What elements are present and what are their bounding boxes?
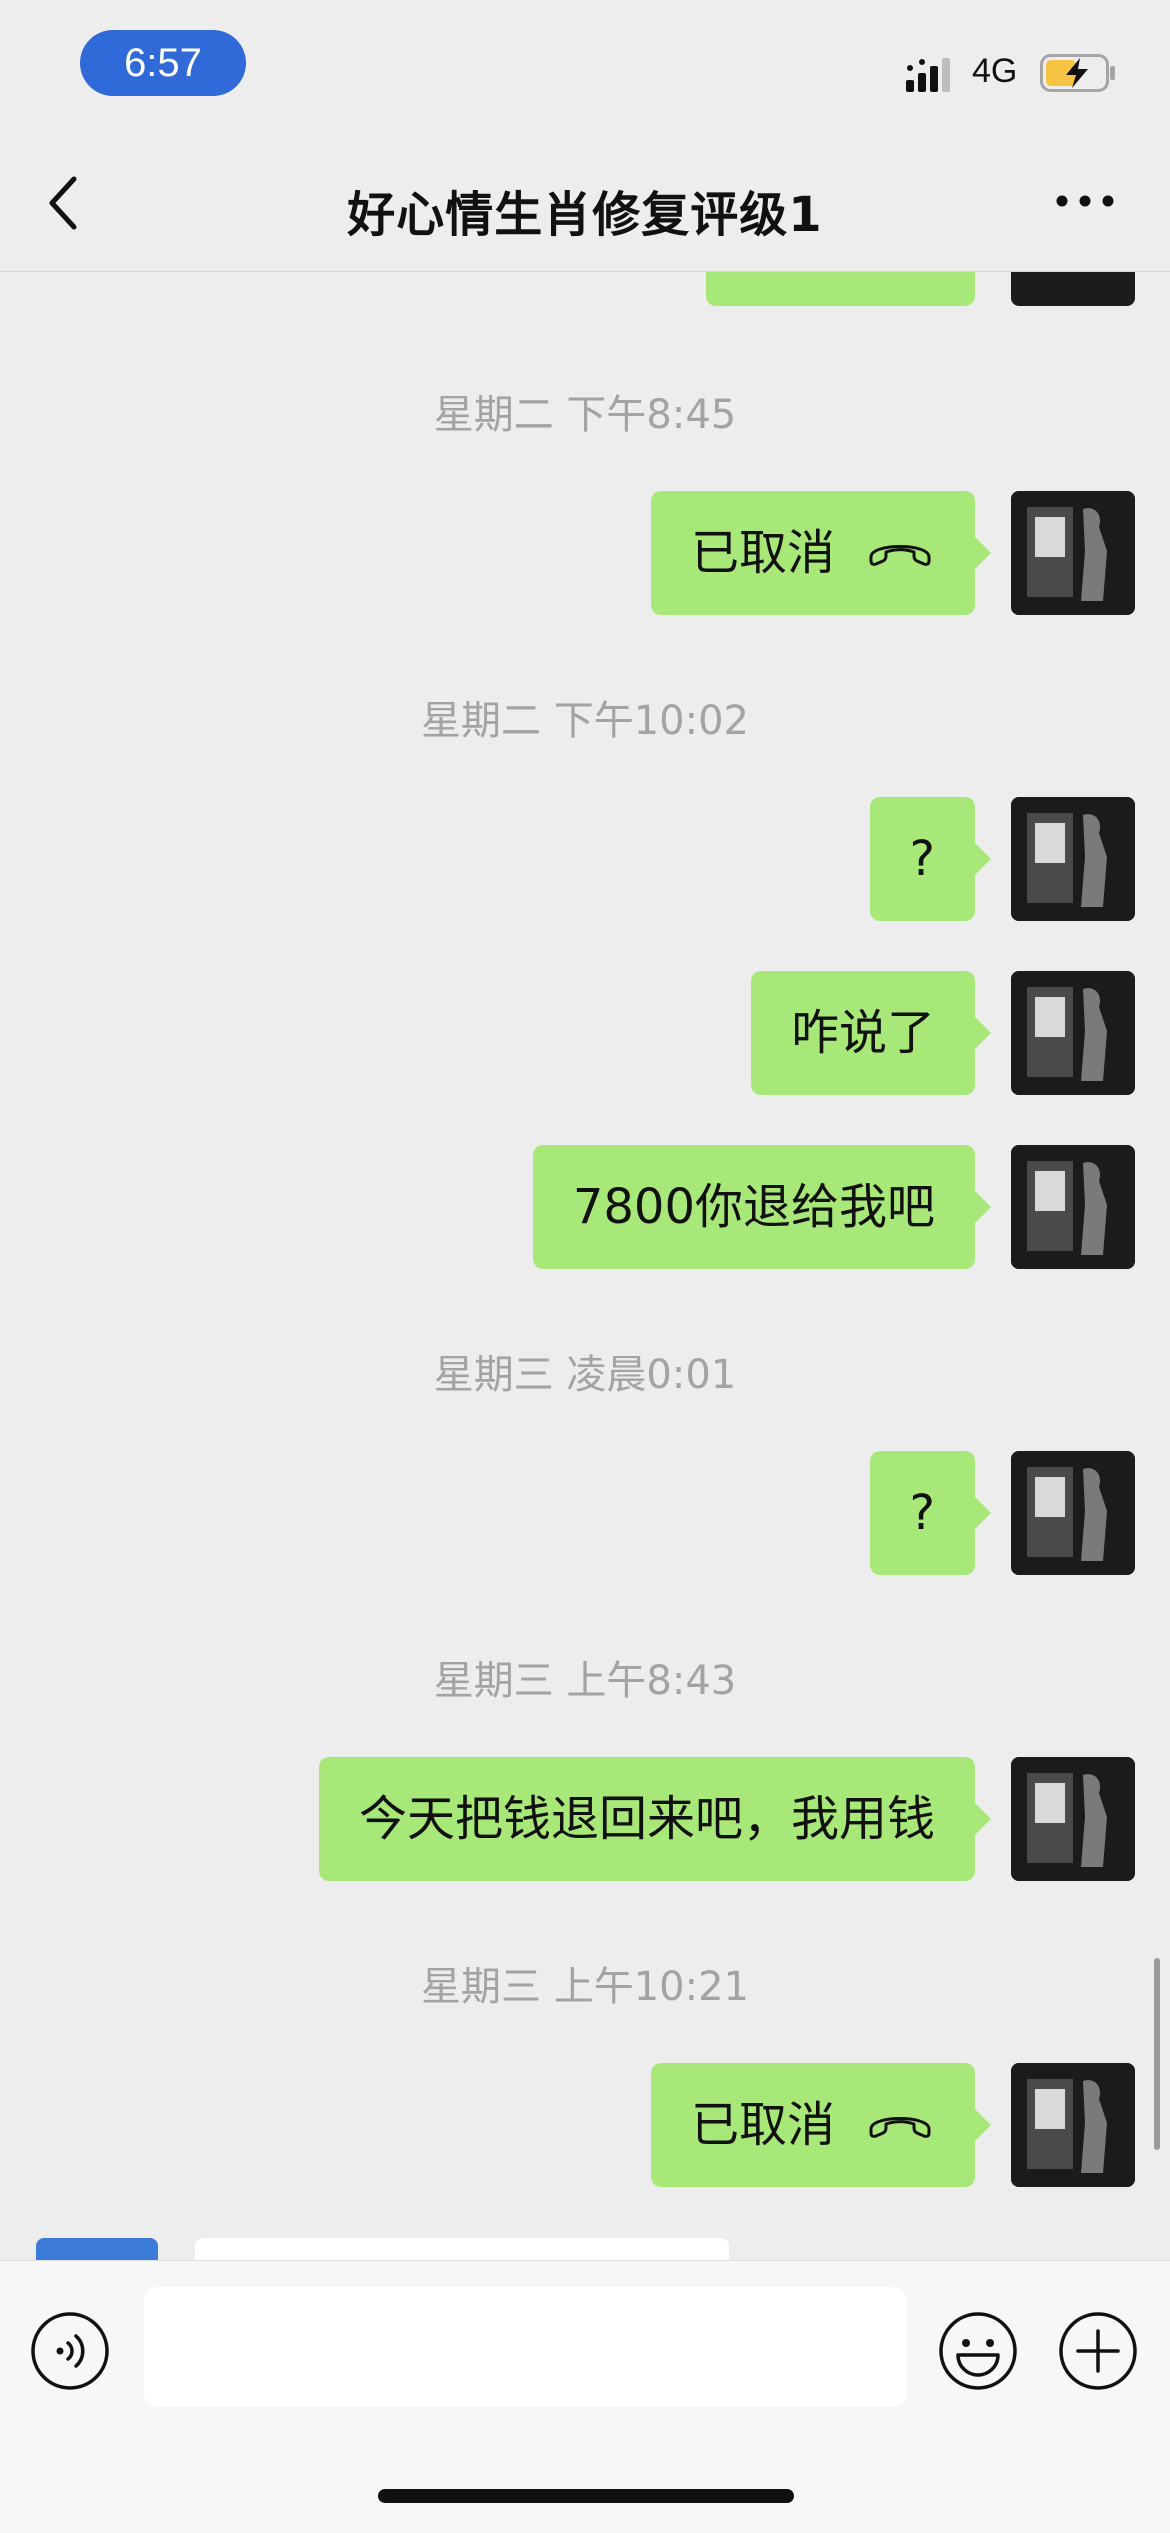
ellipsis-icon[interactable] bbox=[1050, 181, 1120, 221]
message-timestamp: 星期二 下午8:45 bbox=[433, 392, 737, 438]
battery-icon bbox=[1040, 54, 1115, 92]
phone-hangup-icon bbox=[869, 2117, 931, 2138]
avatar[interactable] bbox=[1011, 272, 1135, 306]
network-type: 4G bbox=[972, 52, 1018, 90]
signal-icon bbox=[906, 58, 950, 92]
message-timestamp: 星期二 下午10:02 bbox=[421, 698, 749, 744]
home-indicator bbox=[378, 2489, 794, 2503]
emoji-icon[interactable] bbox=[938, 2311, 1018, 2391]
chat-header: 好心情生肖修复评级1 bbox=[0, 135, 1170, 272]
message-timestamp: 星期三 凌晨0:01 bbox=[433, 1352, 737, 1398]
call-status-label: 已取消 bbox=[690, 525, 835, 581]
call-record-bubble[interactable]: 已取消 bbox=[650, 2063, 992, 2187]
message-list[interactable]: 星期二 下午8:45 已取消 星期二 下午10:02 ? 咋说了 7800你退给… bbox=[0, 272, 1170, 2260]
call-status-label: 已取消 bbox=[690, 2097, 835, 2153]
scrollbar[interactable] bbox=[1154, 1958, 1160, 2150]
message-timestamp: 星期三 上午10:21 bbox=[421, 1964, 749, 2010]
message-bubble[interactable]: ? bbox=[869, 797, 992, 921]
avatar[interactable] bbox=[1011, 2063, 1135, 2187]
avatar[interactable] bbox=[1011, 491, 1135, 615]
voice-icon[interactable] bbox=[30, 2311, 110, 2391]
avatar[interactable] bbox=[1011, 1145, 1135, 1269]
message-timestamp: 星期三 上午8:43 bbox=[433, 1658, 737, 1704]
message-bubble-partial[interactable] bbox=[706, 272, 975, 306]
message-input[interactable] bbox=[144, 2287, 906, 2407]
status-time: 6:57 bbox=[80, 30, 246, 96]
avatar[interactable] bbox=[1011, 1757, 1135, 1881]
status-bar: 6:57 4G bbox=[0, 0, 1170, 135]
incoming-card-partial[interactable] bbox=[195, 2238, 729, 2260]
message-bubble[interactable]: 7800你退给我吧 bbox=[532, 1145, 992, 1269]
page-title: 好心情生肖修复评级1 bbox=[347, 187, 823, 243]
message-text: 咋说了 bbox=[790, 1005, 935, 1061]
avatar[interactable] bbox=[1011, 1451, 1135, 1575]
message-bubble[interactable]: ? bbox=[869, 1451, 992, 1575]
message-text: ? bbox=[909, 831, 935, 887]
avatar[interactable] bbox=[1011, 971, 1135, 1095]
message-text: ? bbox=[909, 1485, 935, 1541]
message-bubble[interactable]: 今天把钱退回来吧，我用钱 bbox=[318, 1757, 992, 1881]
phone-hangup-icon bbox=[869, 545, 931, 566]
plus-icon[interactable] bbox=[1058, 2311, 1138, 2391]
incoming-avatar-partial[interactable] bbox=[36, 2238, 158, 2260]
input-bar bbox=[0, 2260, 1170, 2533]
avatar[interactable] bbox=[1011, 797, 1135, 921]
message-text: 7800你退给我吧 bbox=[572, 1179, 935, 1235]
message-text: 今天把钱退回来吧，我用钱 bbox=[358, 1791, 935, 1847]
call-record-bubble[interactable]: 已取消 bbox=[650, 491, 992, 615]
message-bubble[interactable]: 咋说了 bbox=[750, 971, 992, 1095]
